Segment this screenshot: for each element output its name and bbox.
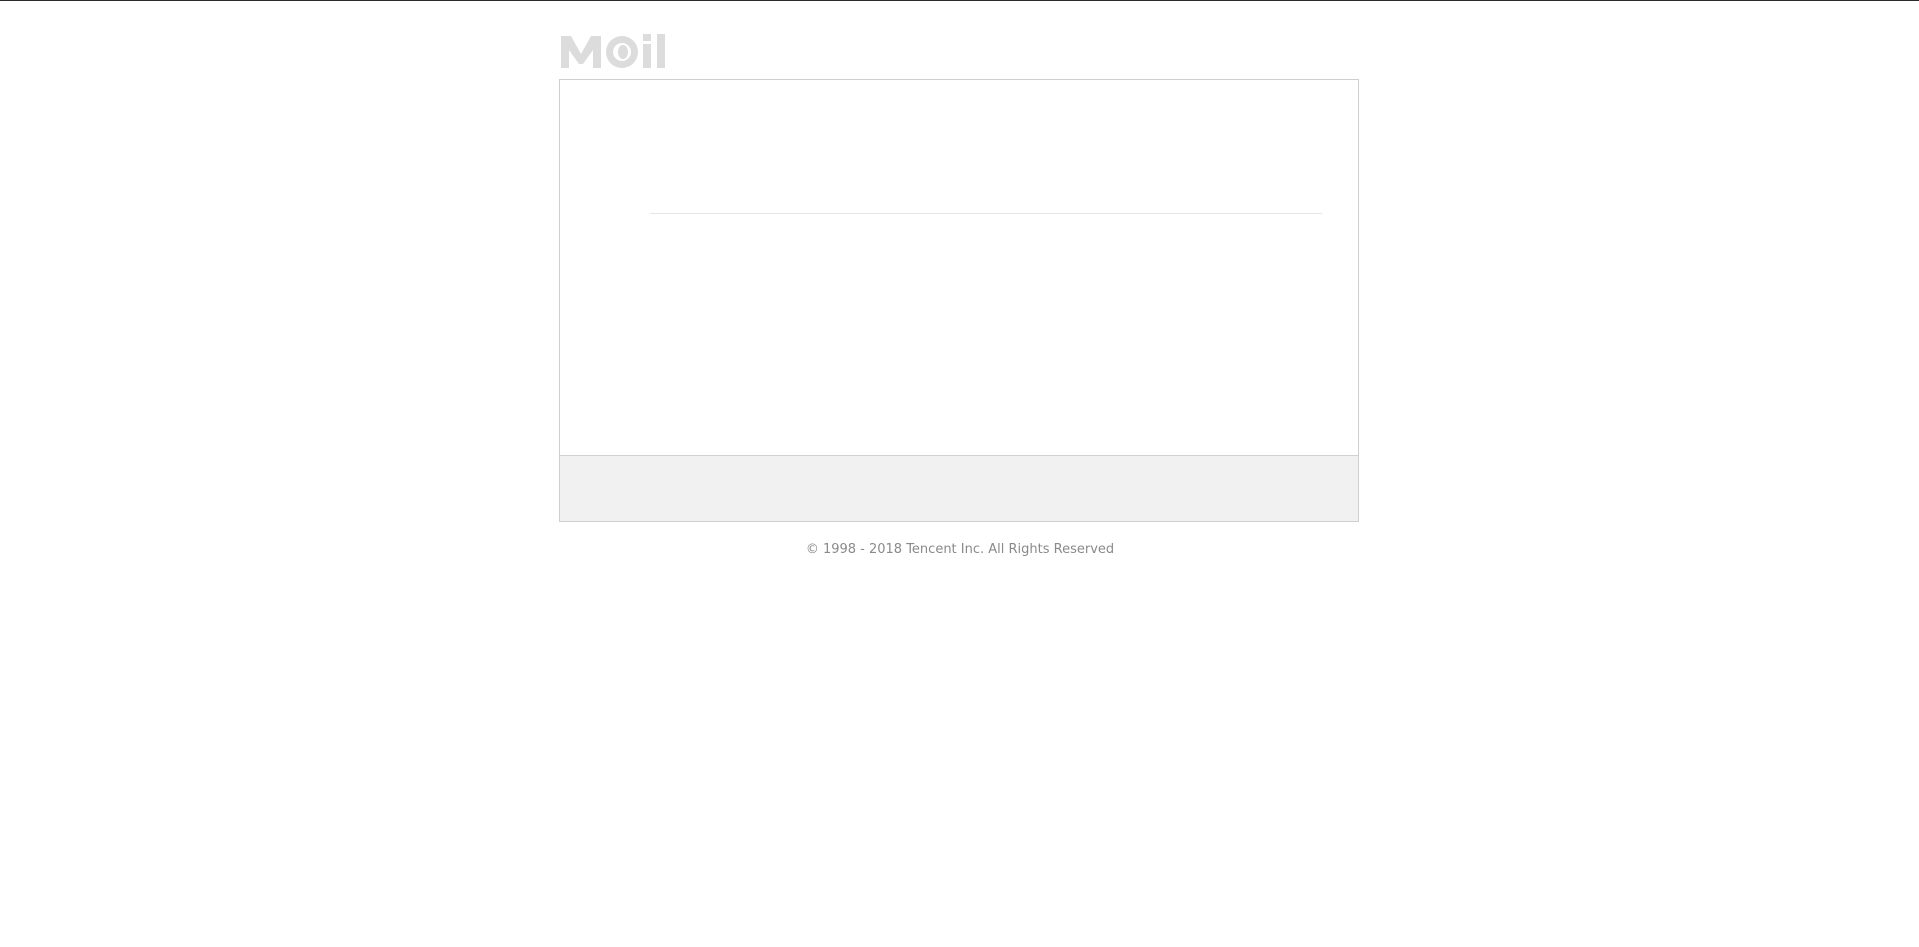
panel-footer-bar (560, 455, 1358, 521)
mail-logo-icon (559, 30, 677, 70)
copyright-text: © 1998 - 2018 Tencent Inc. All Rights Re… (805, 542, 1115, 557)
top-border-line (0, 0, 1919, 1)
panel-body (560, 80, 1358, 455)
main-panel (559, 79, 1359, 522)
panel-divider (650, 213, 1322, 214)
